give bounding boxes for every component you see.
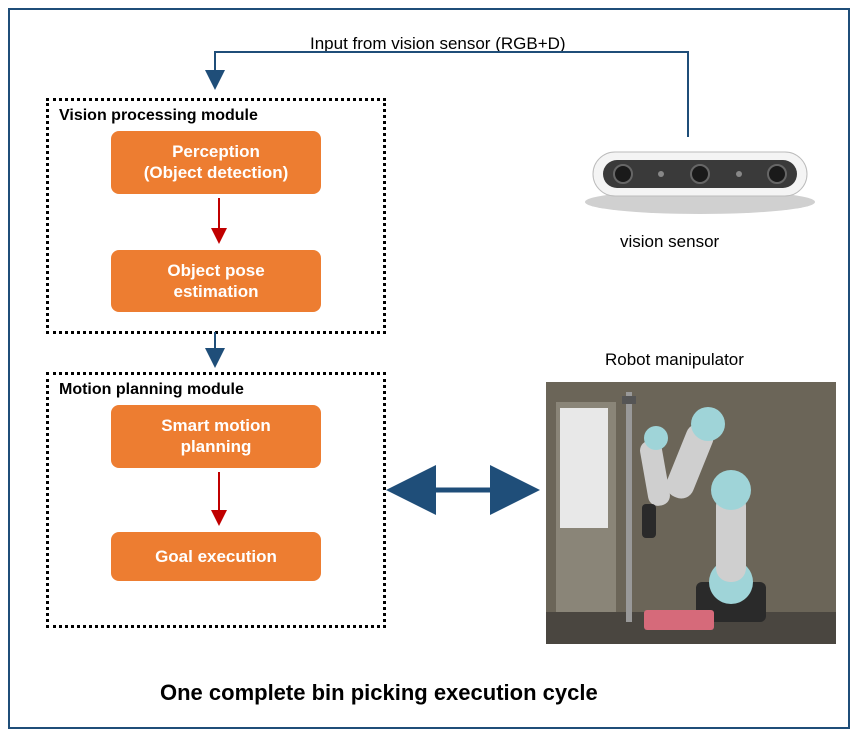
diagram-caption: One complete bin picking execution cycle [160,680,598,706]
perception-box: Perception(Object detection) [111,131,321,194]
perception-box-label: Perception(Object detection) [144,142,289,182]
vision-module-title: Vision processing module [59,107,373,125]
vision-processing-module: Vision processing module Perception(Obje… [46,98,386,334]
pose-box-label: Object poseestimation [167,261,264,301]
robot-manipulator-image [546,382,836,644]
pose-estimation-box: Object poseestimation [111,250,321,313]
goal-box-label: Goal execution [155,547,277,566]
motion-planning-module: Motion planning module Smart motionplann… [46,372,386,628]
arrow-perception-to-pose [59,194,399,250]
smart-motion-box: Smart motionplanning [111,405,321,468]
smart-box-label: Smart motionplanning [161,416,271,456]
goal-execution-box: Goal execution [111,532,321,581]
arrow-smart-to-goal [59,468,399,532]
robot-label: Robot manipulator [605,350,744,370]
sensor-label: vision sensor [620,232,719,252]
diagram-frame: Input from vision sensor (RGB+D) vision … [8,8,850,729]
input-label: Input from vision sensor (RGB+D) [310,34,566,54]
vision-sensor-image [565,140,835,220]
motion-module-title: Motion planning module [59,381,373,399]
